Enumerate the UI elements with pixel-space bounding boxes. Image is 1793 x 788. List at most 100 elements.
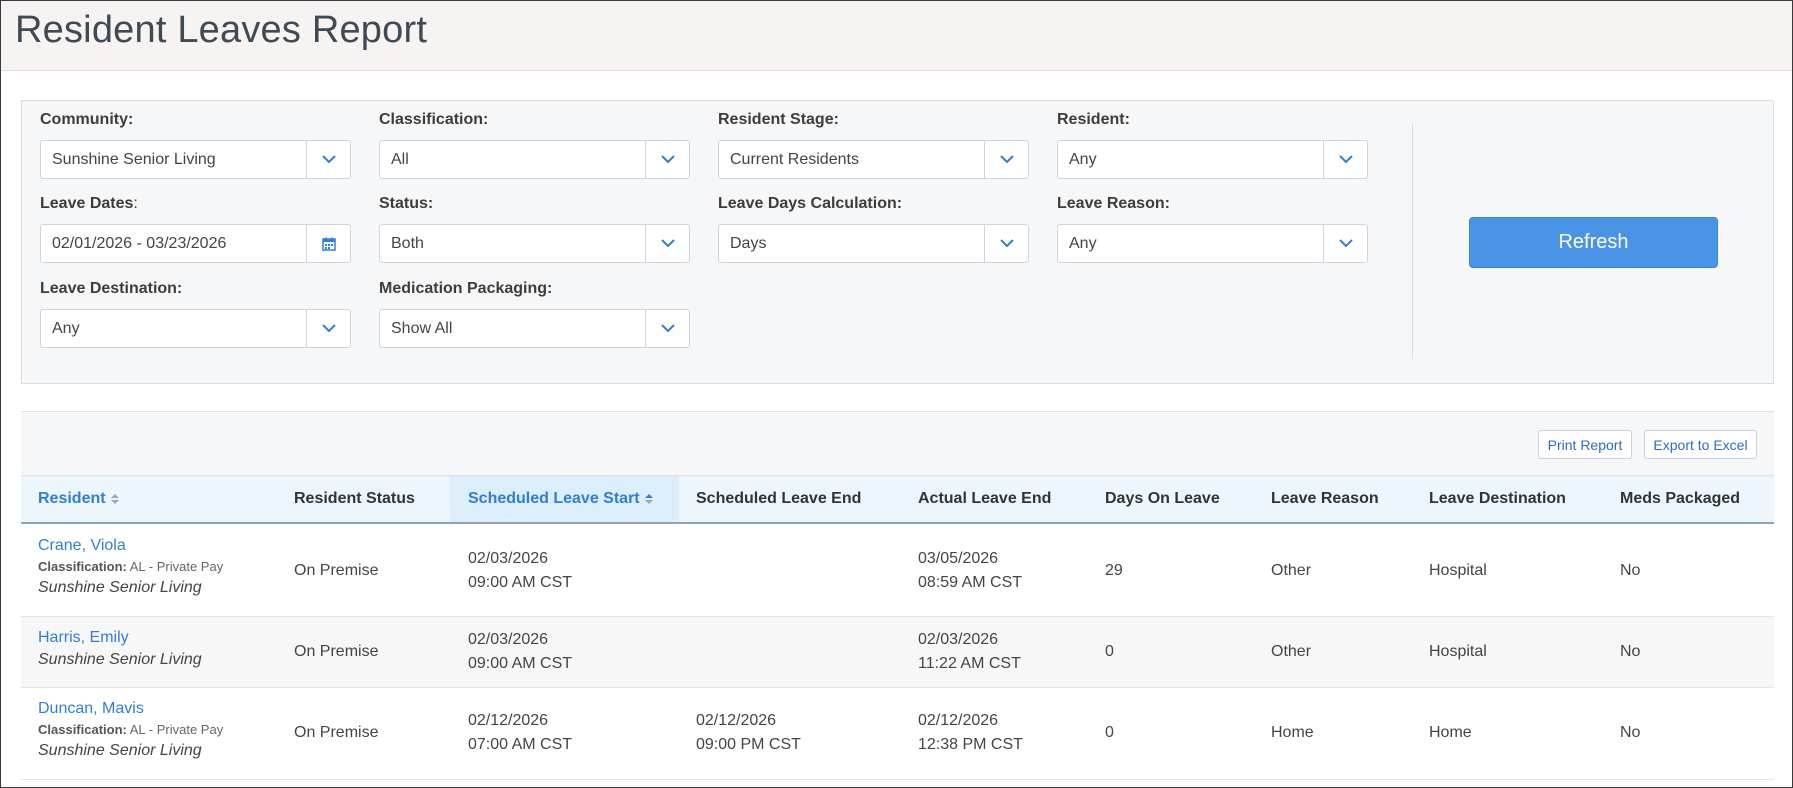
col-resident-label: Resident xyxy=(38,490,106,507)
community-filter: Community: Sunshine Senior Living xyxy=(40,111,351,179)
classification-key: Classification: xyxy=(38,722,127,737)
filter-divider xyxy=(1412,123,1413,359)
sched-start-time: 09:00 AM CST xyxy=(468,655,573,672)
col-resident-status[interactable]: Resident Status xyxy=(294,476,415,522)
resident-cell: Crane, Viola Classification: AL - Privat… xyxy=(38,535,223,599)
leave-dates-filter: Leave Dates: 02/01/2026 - 03/23/2026 xyxy=(40,195,351,263)
sched-start-date: 02/03/2026 xyxy=(468,631,549,648)
leave-reason-select[interactable]: Any xyxy=(1057,224,1368,263)
chevron-down-icon[interactable] xyxy=(306,141,350,178)
grid-toolbar: Print Report Export to Excel xyxy=(21,412,1774,476)
meds-packaged: No xyxy=(1620,724,1641,741)
chevron-down-icon[interactable] xyxy=(645,310,689,347)
resident-stage-label: Resident Stage: xyxy=(718,111,839,128)
leave-dates-input[interactable]: 02/01/2026 - 03/23/2026 xyxy=(40,224,351,263)
actual-end-date: 03/05/2026 xyxy=(918,550,999,567)
filter-panel: Community: Sunshine Senior Living Classi… xyxy=(21,100,1774,384)
classification-label: Classification: xyxy=(379,111,489,128)
col-leave-destination[interactable]: Leave Destination xyxy=(1429,476,1566,522)
actual-end: 03/05/2026 08:59 AM CST xyxy=(918,547,1022,595)
classification-val: AL - Private Pay xyxy=(129,722,224,737)
col-resident[interactable]: Resident xyxy=(38,476,119,522)
page-header: Resident Leaves Report xyxy=(1,1,1792,71)
actual-end-time: 08:59 AM CST xyxy=(918,574,1023,591)
leave-dates-label-wrap: Leave Dates: xyxy=(40,195,351,217)
chevron-down-icon[interactable] xyxy=(1323,141,1367,178)
export-excel-button[interactable]: Export to Excel xyxy=(1644,430,1757,459)
community-value: Sunshine Senior Living xyxy=(52,151,216,168)
resident-stage-filter: Resident Stage: Current Residents xyxy=(718,111,1029,179)
col-days-on-leave[interactable]: Days On Leave xyxy=(1105,476,1220,522)
chevron-down-icon[interactable] xyxy=(984,225,1028,262)
leave-reason-label: Leave Reason: xyxy=(1057,195,1170,212)
resident-status: On Premise xyxy=(294,562,379,579)
resident-name-link[interactable]: Crane, Viola xyxy=(38,535,223,557)
resident-community: Sunshine Senior Living xyxy=(38,742,202,759)
actual-end: 02/03/2026 11:22 AM CST xyxy=(918,628,1021,676)
print-report-button[interactable]: Print Report xyxy=(1538,430,1632,459)
calendar-icon[interactable] xyxy=(306,225,350,262)
resident-community: Sunshine Senior Living xyxy=(38,651,202,668)
classification-select[interactable]: All xyxy=(379,140,690,179)
resident-select[interactable]: Any xyxy=(1057,140,1368,179)
days-on-leave: 0 xyxy=(1105,724,1114,741)
leave-destination-filter: Leave Destination: Any xyxy=(40,280,351,348)
leave-dates-value: 02/01/2026 - 03/23/2026 xyxy=(52,235,227,252)
report-grid: Print Report Export to Excel Resident Re… xyxy=(21,411,1774,787)
resident-name-link[interactable]: Harris, Emily xyxy=(38,627,202,649)
resident-value: Any xyxy=(1069,151,1097,168)
days-on-leave: 0 xyxy=(1105,643,1114,660)
sched-start-date: 02/03/2026 xyxy=(468,550,549,567)
status-filter: Status: Both xyxy=(379,195,690,263)
resident-stage-select[interactable]: Current Residents xyxy=(718,140,1029,179)
community-label: Community: xyxy=(40,111,134,128)
med-packaging-select[interactable]: Show All xyxy=(379,309,690,348)
community-select[interactable]: Sunshine Senior Living xyxy=(40,140,351,179)
col-meds-packaged[interactable]: Meds Packaged xyxy=(1620,476,1740,522)
actual-end-time: 12:38 PM CST xyxy=(918,736,1023,753)
meds-packaged: No xyxy=(1620,562,1641,579)
resident-name-link[interactable]: Duncan, Mavis xyxy=(38,698,223,720)
leave-destination-select[interactable]: Any xyxy=(40,309,351,348)
col-scheduled-leave-start[interactable]: Scheduled Leave Start xyxy=(450,476,679,522)
actual-end-date: 02/03/2026 xyxy=(918,631,999,648)
sort-icon xyxy=(110,493,119,505)
chevron-down-icon[interactable] xyxy=(645,225,689,262)
resident-stage-value: Current Residents xyxy=(730,151,859,168)
chevron-down-icon[interactable] xyxy=(645,141,689,178)
leave-days-calc-value: Days xyxy=(730,235,767,252)
leave-destination: Home xyxy=(1429,724,1472,741)
col-scheduled-leave-start-label: Scheduled Leave Start xyxy=(468,490,640,507)
col-leave-reason[interactable]: Leave Reason xyxy=(1271,476,1379,522)
chevron-down-icon[interactable] xyxy=(984,141,1028,178)
page-title: Resident Leaves Report xyxy=(15,9,428,51)
chevron-down-icon[interactable] xyxy=(1323,225,1367,262)
leave-reason-value: Any xyxy=(1069,235,1097,252)
actual-end-date: 02/12/2026 xyxy=(918,712,999,729)
chevron-down-icon[interactable] xyxy=(306,310,350,347)
refresh-button[interactable]: Refresh xyxy=(1469,217,1718,268)
classification-key: Classification: xyxy=(38,559,127,574)
leave-dates-colon: : xyxy=(133,195,138,212)
resident-cell: Harris, Emily Sunshine Senior Living xyxy=(38,627,202,671)
col-scheduled-leave-end[interactable]: Scheduled Leave End xyxy=(696,476,861,522)
table-row: Duncan, Mavis Classification: AL - Priva… xyxy=(21,688,1774,780)
sched-start-date: 02/12/2026 xyxy=(468,712,549,729)
col-actual-leave-end[interactable]: Actual Leave End xyxy=(918,476,1051,522)
leave-days-calc-select[interactable]: Days xyxy=(718,224,1029,263)
sched-start: 02/03/2026 09:00 AM CST xyxy=(468,628,572,676)
days-on-leave: 29 xyxy=(1105,562,1123,579)
resident-classification: Classification: AL - Private Pay xyxy=(38,720,223,740)
actual-end: 02/12/2026 12:38 PM CST xyxy=(918,709,1023,757)
leave-destination: Hospital xyxy=(1429,643,1487,660)
resident-status: On Premise xyxy=(294,724,379,741)
med-packaging-filter: Medication Packaging: Show All xyxy=(379,280,690,348)
meds-packaged: No xyxy=(1620,643,1641,660)
leave-reason: Other xyxy=(1271,643,1312,660)
status-value: Both xyxy=(391,235,424,252)
resident-status: On Premise xyxy=(294,643,379,660)
sched-end: 02/12/2026 09:00 PM CST xyxy=(696,709,801,757)
sched-start: 02/03/2026 09:00 AM CST xyxy=(468,547,572,595)
status-select[interactable]: Both xyxy=(379,224,690,263)
table-row: Harris, Emily Sunshine Senior Living On … xyxy=(21,617,1774,688)
